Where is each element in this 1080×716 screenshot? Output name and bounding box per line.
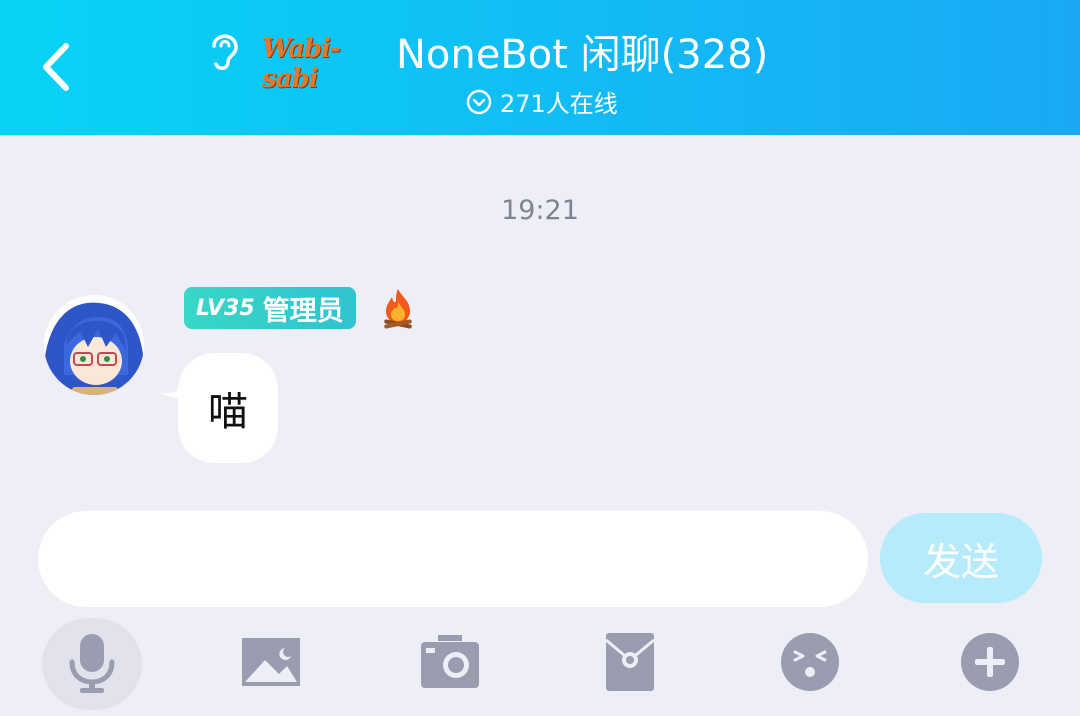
group-logo: Wabi-sabi: [262, 34, 341, 94]
emoji-icon: [781, 633, 839, 691]
message-text: 喵: [208, 389, 248, 435]
send-button[interactable]: 发送: [880, 513, 1042, 603]
plus-icon: [961, 633, 1019, 691]
role-label: 管理员: [262, 295, 344, 327]
message-timestamp: 19:21: [501, 195, 579, 226]
online-count: 271人在线: [500, 90, 618, 118]
chat-header: Wabi-sabi NoneBot 闲聊(328) 271人在线: [0, 0, 1080, 135]
voice-button[interactable]: [57, 627, 127, 697]
chevron-down-circle-icon: [466, 89, 492, 114]
avatar[interactable]: [44, 295, 144, 395]
chevron-left-icon: [43, 43, 69, 91]
input-bar: 发送: [0, 495, 1080, 716]
message-list[interactable]: 19:21 LV35 管理员 喵: [0, 135, 1080, 495]
red-packet-button[interactable]: [595, 627, 665, 697]
message-bubble[interactable]: 喵: [178, 353, 278, 463]
member-badge: LV35 管理员: [184, 287, 356, 329]
flame-icon: [380, 287, 416, 329]
level-label: LV35: [196, 295, 255, 321]
back-button[interactable]: [36, 40, 80, 94]
group-title[interactable]: NoneBot 闲聊(328): [396, 22, 768, 80]
camera-icon: [421, 635, 479, 688]
online-status[interactable]: 271人在线: [466, 84, 618, 119]
message-input[interactable]: [38, 511, 868, 607]
ear-icon[interactable]: [204, 28, 244, 74]
image-button[interactable]: [236, 627, 306, 697]
emoji-button[interactable]: [775, 627, 845, 697]
camera-button[interactable]: [415, 627, 485, 697]
red-packet-icon: [605, 633, 655, 691]
more-button[interactable]: [955, 627, 1025, 697]
image-icon: [242, 638, 300, 686]
mic-icon: [69, 634, 115, 693]
